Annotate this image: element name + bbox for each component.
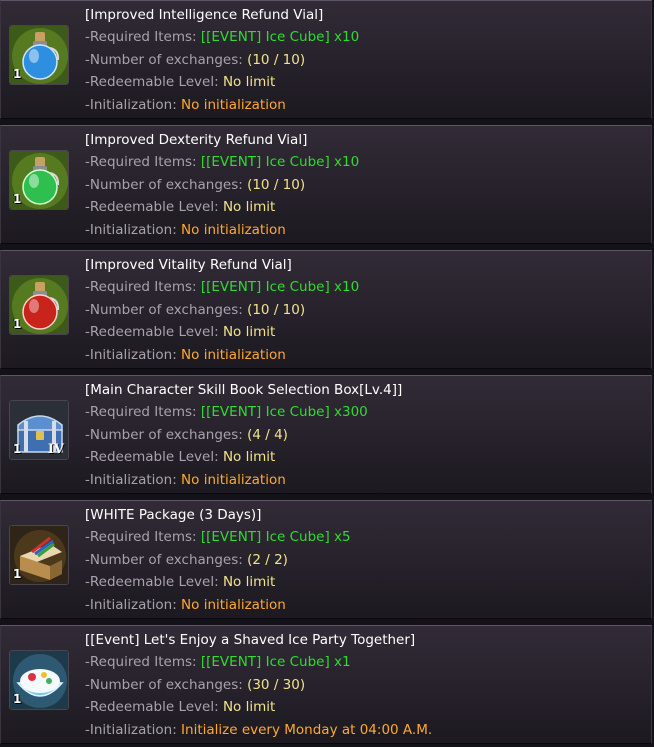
initialization-value: No initialization bbox=[181, 471, 286, 488]
item-quantity: 1 bbox=[13, 192, 22, 206]
required-items-label: -Required Items: bbox=[85, 404, 201, 421]
item-quantity: 1 bbox=[13, 67, 22, 81]
item-title: [Improved Intelligence Refund Vial] bbox=[85, 7, 324, 23]
required-items-value: [[EVENT] Ice Cube] x10 bbox=[200, 154, 360, 171]
initialization-value: No initialization bbox=[181, 221, 286, 238]
initialization-value: No initialization bbox=[181, 596, 286, 613]
required-items-label: -Required Items: bbox=[85, 654, 201, 671]
level-label: -Redeemable Level: bbox=[85, 199, 223, 216]
level-label: -Redeemable Level: bbox=[85, 324, 223, 341]
initialization-value: Initialize every Monday at 04:00 A.M. bbox=[181, 721, 433, 738]
level-value: No limit bbox=[222, 74, 276, 91]
item-quantity: 1 bbox=[13, 442, 22, 456]
required-items-value: [[EVENT] Ice Cube] x1 bbox=[200, 654, 351, 671]
exchange-item[interactable]: 1 [Improved Vitality Refund Vial] -Requi… bbox=[0, 250, 652, 369]
level-value: No limit bbox=[222, 449, 276, 466]
initialization-label: -Initialization: bbox=[85, 221, 182, 238]
item-icon-slot[interactable]: 1 bbox=[9, 25, 69, 85]
exchange-item[interactable]: 1 [WHITE Package (3 Days)] -Required Ite… bbox=[0, 500, 652, 619]
exchanges-label: -Number of exchanges: bbox=[85, 301, 248, 318]
level-label: -Redeemable Level: bbox=[85, 74, 223, 91]
exchanges-label: -Number of exchanges: bbox=[85, 176, 248, 193]
initialization-label: -Initialization: bbox=[85, 346, 182, 363]
item-icon-slot[interactable]: 1 IV bbox=[9, 400, 69, 460]
exchanges-value: (10 / 10) bbox=[247, 301, 306, 318]
initialization-label: -Initialization: bbox=[85, 471, 182, 488]
exchange-item[interactable]: 1 [Improved Intelligence Refund Vial] -R… bbox=[0, 0, 652, 119]
required-items-value: [[EVENT] Ice Cube] x300 bbox=[200, 404, 368, 421]
level-value: No limit bbox=[222, 199, 276, 216]
level-label: -Redeemable Level: bbox=[85, 574, 223, 591]
exchanges-value: (30 / 30) bbox=[247, 676, 306, 693]
item-quantity: 1 bbox=[13, 317, 22, 331]
exchanges-label: -Number of exchanges: bbox=[85, 426, 248, 443]
exchange-item[interactable]: 1 [[Event] Let's Enjoy a Shaved Ice Part… bbox=[0, 625, 652, 744]
required-items-label: -Required Items: bbox=[85, 154, 201, 171]
level-value: No limit bbox=[222, 324, 276, 341]
item-icon-slot[interactable]: 1 bbox=[9, 650, 69, 710]
item-grade: IV bbox=[47, 442, 64, 457]
item-icon-slot[interactable]: 1 bbox=[9, 150, 69, 210]
item-title: [Improved Vitality Refund Vial] bbox=[85, 257, 292, 273]
initialization-label: -Initialization: bbox=[85, 596, 182, 613]
item-icon-slot[interactable]: 1 bbox=[9, 525, 69, 585]
required-items-value: [[EVENT] Ice Cube] x10 bbox=[200, 29, 360, 46]
initialization-value: No initialization bbox=[181, 96, 286, 113]
required-items-label: -Required Items: bbox=[85, 279, 201, 296]
required-items-label: -Required Items: bbox=[85, 529, 201, 546]
exchanges-value: (4 / 4) bbox=[247, 426, 288, 443]
item-quantity: 1 bbox=[13, 692, 22, 706]
exchanges-label: -Number of exchanges: bbox=[85, 51, 248, 68]
exchanges-value: (2 / 2) bbox=[247, 551, 288, 568]
required-items-label: -Required Items: bbox=[85, 29, 201, 46]
exchanges-value: (10 / 10) bbox=[247, 176, 306, 193]
level-value: No limit bbox=[222, 699, 276, 716]
required-items-value: [[EVENT] Ice Cube] x5 bbox=[200, 529, 351, 546]
exchange-item[interactable]: 1 [Improved Dexterity Refund Vial] -Requ… bbox=[0, 125, 652, 244]
level-label: -Redeemable Level: bbox=[85, 449, 223, 466]
level-label: -Redeemable Level: bbox=[85, 699, 223, 716]
item-title: [Improved Dexterity Refund Vial] bbox=[85, 132, 308, 148]
item-title: [WHITE Package (3 Days)] bbox=[85, 507, 262, 523]
exchanges-value: (10 / 10) bbox=[247, 51, 306, 68]
item-icon-slot[interactable]: 1 bbox=[9, 275, 69, 335]
item-quantity: 1 bbox=[13, 567, 22, 581]
initialization-label: -Initialization: bbox=[85, 96, 182, 113]
required-items-value: [[EVENT] Ice Cube] x10 bbox=[200, 279, 360, 296]
initialization-label: -Initialization: bbox=[85, 721, 182, 738]
exchanges-label: -Number of exchanges: bbox=[85, 551, 248, 568]
level-value: No limit bbox=[222, 574, 276, 591]
exchange-list: 1 [Improved Intelligence Refund Vial] -R… bbox=[0, 0, 654, 747]
exchange-item[interactable]: 1 IV [Main Character Skill Book Selectio… bbox=[0, 375, 652, 494]
item-title: [Main Character Skill Book Selection Box… bbox=[85, 382, 403, 398]
item-title: [[Event] Let's Enjoy a Shaved Ice Party … bbox=[85, 632, 416, 648]
exchanges-label: -Number of exchanges: bbox=[85, 676, 248, 693]
initialization-value: No initialization bbox=[181, 346, 286, 363]
